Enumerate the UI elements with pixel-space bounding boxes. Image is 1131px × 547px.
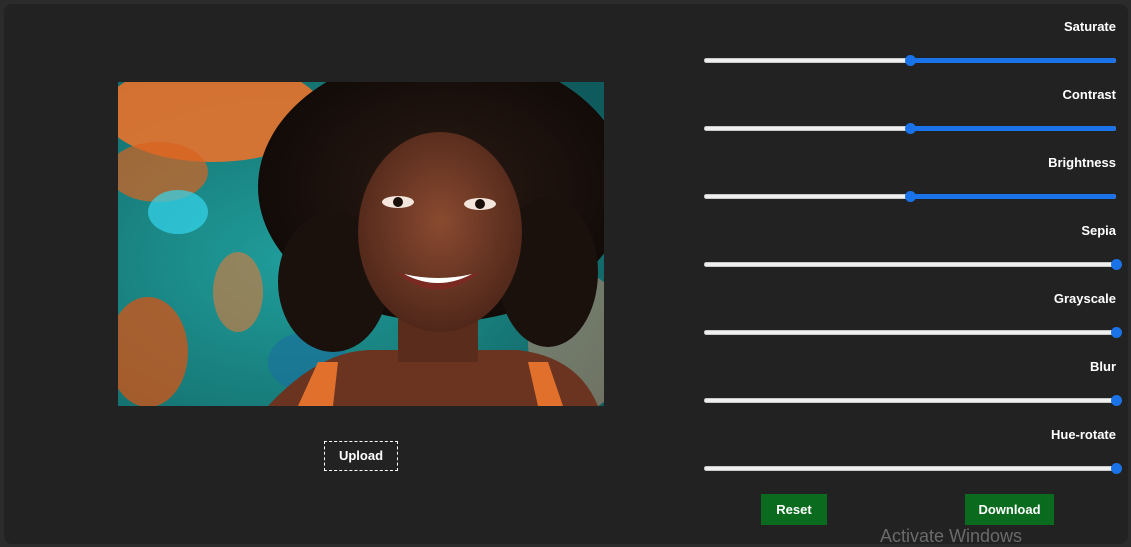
blur-thumb[interactable] xyxy=(1111,395,1122,406)
hue-rotate-thumb[interactable] xyxy=(1111,463,1122,474)
reset-button[interactable]: Reset xyxy=(761,494,827,525)
grayscale-slider[interactable] xyxy=(704,327,1122,338)
download-button[interactable]: Download xyxy=(965,494,1054,525)
sepia-label: Sepia xyxy=(1081,223,1116,238)
upload-button[interactable]: Upload xyxy=(324,441,398,471)
contrast-thumb[interactable] xyxy=(905,123,916,134)
blur-label: Blur xyxy=(1090,359,1116,374)
grayscale-label: Grayscale xyxy=(1053,291,1116,306)
saturate-label: Saturate xyxy=(1063,19,1116,34)
sepia-control: Sepia xyxy=(704,208,1122,276)
brightness-slider[interactable] xyxy=(704,191,1116,202)
saturate-thumb[interactable] xyxy=(905,55,916,66)
saturate-control: Saturate xyxy=(704,4,1116,72)
brightness-fill xyxy=(910,194,1116,199)
contrast-fill xyxy=(910,126,1116,131)
hue-rotate-slider[interactable] xyxy=(704,463,1122,474)
grayscale-thumb[interactable] xyxy=(1111,327,1122,338)
contrast-label: Contrast xyxy=(1062,87,1116,102)
hue-rotate-control: Hue-rotate xyxy=(704,412,1122,480)
filter-controls: Saturate Contrast Brightness Sepia Grays… xyxy=(704,4,1122,480)
brightness-control: Brightness xyxy=(704,140,1116,208)
sepia-thumb[interactable] xyxy=(1111,259,1122,270)
preview-image xyxy=(118,82,604,406)
brightness-label: Brightness xyxy=(1048,155,1116,170)
saturate-fill xyxy=(910,58,1116,63)
saturate-slider[interactable] xyxy=(704,55,1116,66)
brightness-thumb[interactable] xyxy=(905,191,916,202)
activate-windows-watermark: Activate Windows xyxy=(880,526,1023,546)
blur-control: Blur xyxy=(704,344,1122,412)
sepia-slider[interactable] xyxy=(704,259,1122,270)
blur-slider[interactable] xyxy=(704,395,1122,406)
grayscale-control: Grayscale xyxy=(704,276,1122,344)
contrast-slider[interactable] xyxy=(704,123,1116,134)
hue-rotate-label: Hue-rotate xyxy=(1050,427,1116,442)
contrast-control: Contrast xyxy=(704,72,1116,140)
portrait-photo-icon xyxy=(118,82,604,406)
image-editor-panel: Upload Saturate Contrast Brightness Sepi… xyxy=(4,4,1128,544)
